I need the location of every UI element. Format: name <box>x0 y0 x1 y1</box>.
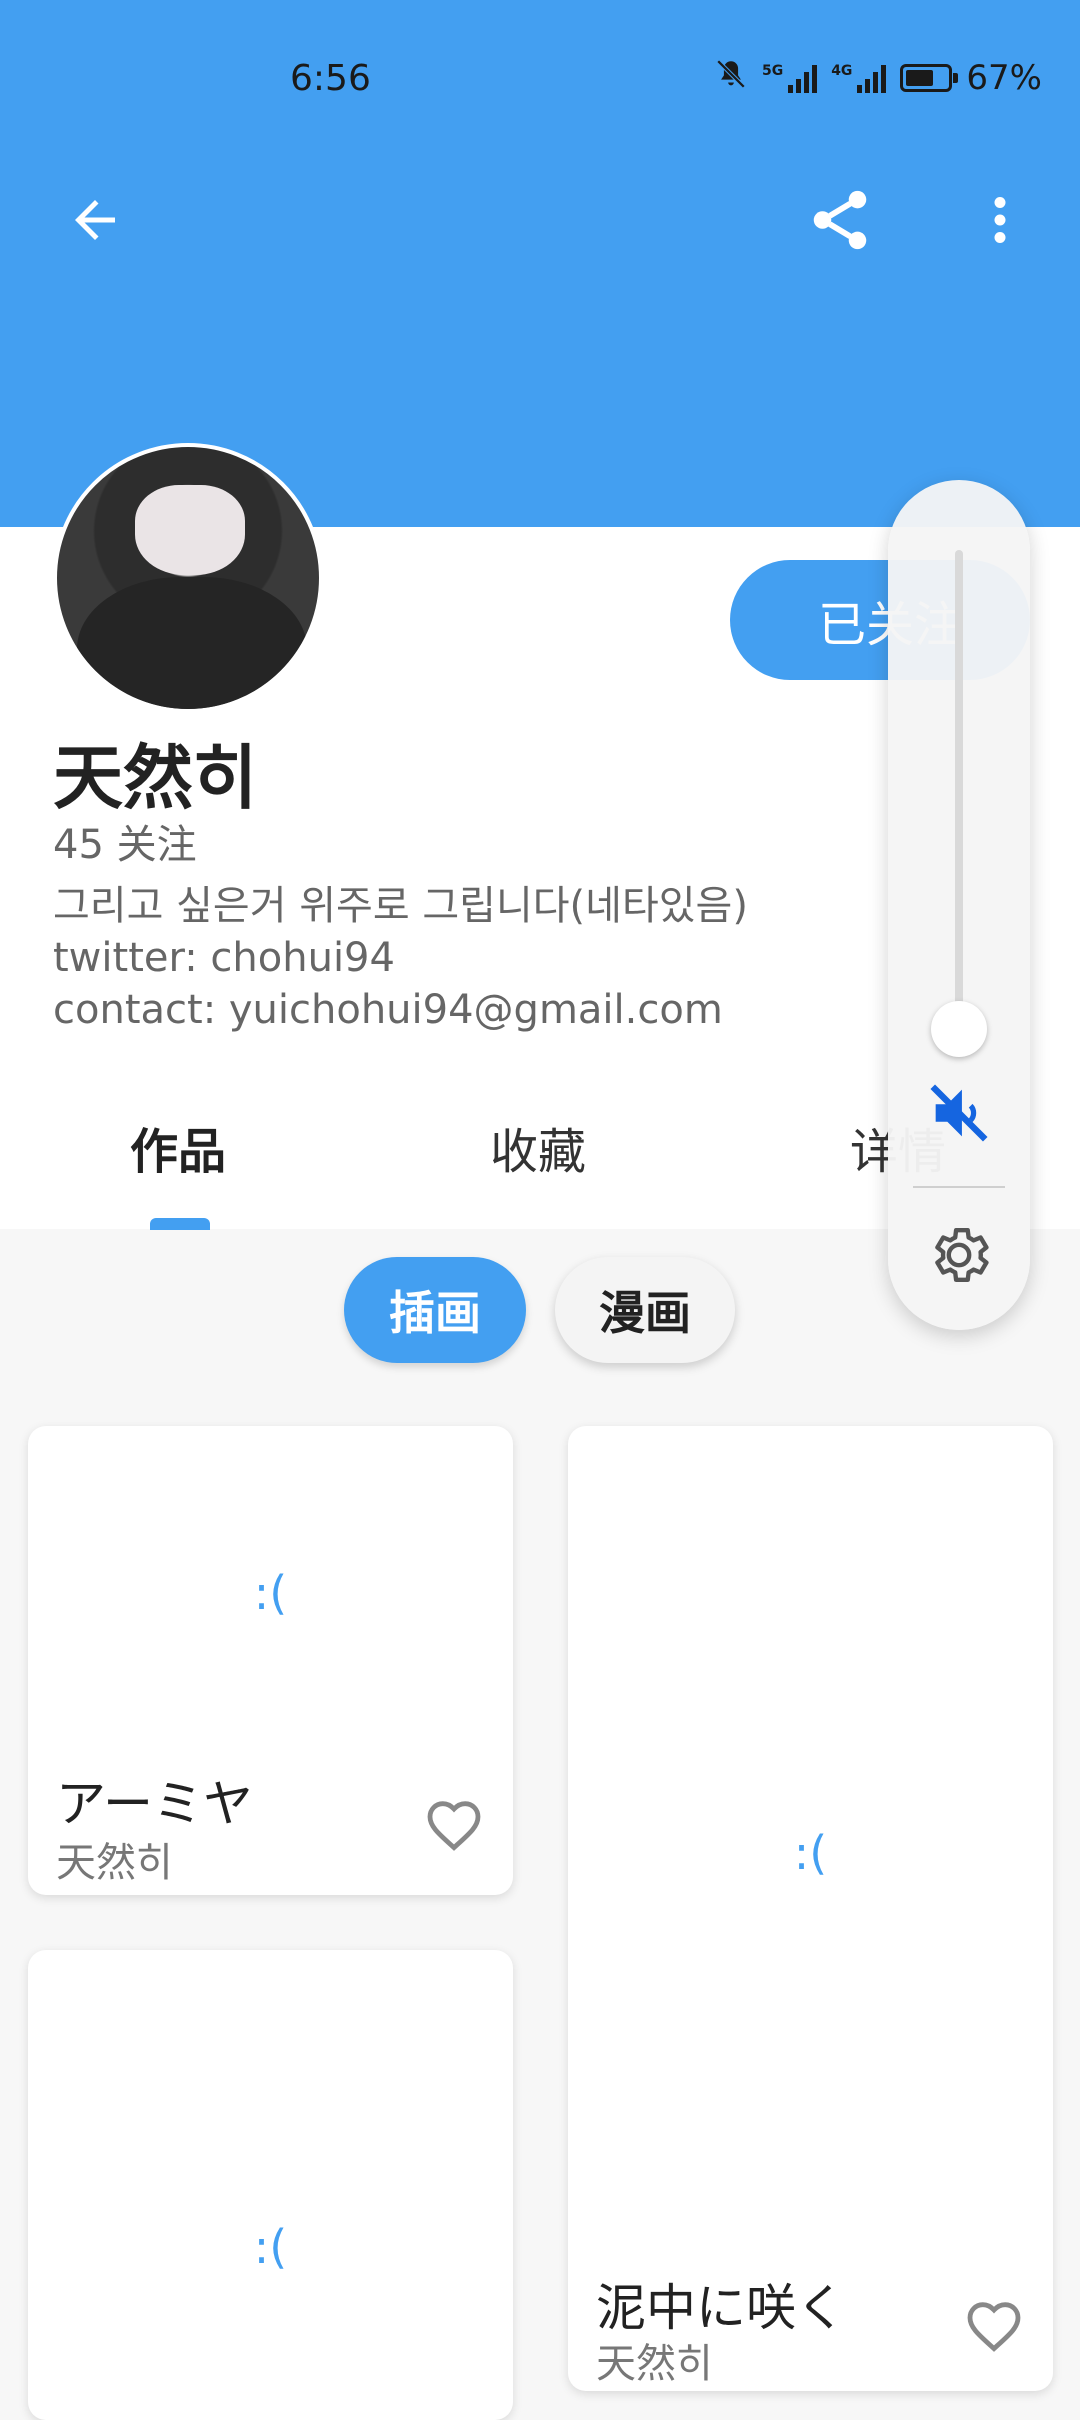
image-placeholder: :( <box>793 1826 828 1880</box>
work-title: アーミヤ <box>56 1775 253 1833</box>
volume-slider-thumb[interactable] <box>931 1001 987 1057</box>
tab-works[interactable]: 作品 <box>130 1112 226 1182</box>
back-arrow-icon <box>75 200 115 240</box>
work-author: 天然히 <box>56 1840 173 1886</box>
work-card[interactable]: :( <box>28 1950 513 2420</box>
follow-count[interactable]: 45 关注 <box>53 812 197 870</box>
work-card[interactable]: :( 泥中に咲く 天然히 <box>568 1426 1053 2391</box>
back-button[interactable] <box>55 180 135 260</box>
work-author: 天然히 <box>596 2341 713 2387</box>
more-options-button[interactable] <box>960 180 1040 260</box>
gear-icon <box>935 1228 989 1282</box>
divider <box>913 1186 1005 1188</box>
bio: 그리고 싶은거 위주로 그립니다(네타있음) twitter: chohui94… <box>53 880 748 1036</box>
volume-panel <box>888 480 1030 1330</box>
tab-bookmarks[interactable]: 收藏 <box>490 1112 586 1182</box>
battery-percent: 67% <box>966 58 1042 98</box>
battery-level-fill <box>906 70 934 86</box>
bio-line: twitter: chohui94 <box>53 935 395 981</box>
status-icons: 5G 4G 67% <box>714 56 1042 100</box>
work-card[interactable]: :( アーミヤ 天然히 <box>28 1426 513 1895</box>
chip-illustration[interactable]: 插画 <box>344 1257 526 1363</box>
chip-manga[interactable]: 漫画 <box>555 1257 735 1363</box>
heart-icon[interactable] <box>419 1793 489 1857</box>
share-button[interactable] <box>795 175 885 265</box>
signal-5g-icon: 5G <box>762 63 818 93</box>
status-time: 6:56 <box>290 58 371 99</box>
user-name: 天然히 <box>53 737 258 819</box>
speaker-muted-icon <box>930 1084 988 1142</box>
bio-line: 그리고 싶은거 위주로 그립니다(네타있음) <box>53 883 748 929</box>
avatar[interactable] <box>53 443 323 713</box>
heart-icon[interactable] <box>959 2294 1029 2358</box>
status-bar: 6:56 5G 4G 67% <box>0 0 1080 150</box>
image-placeholder: :( <box>253 1566 288 1620</box>
sound-settings-button[interactable] <box>924 1220 994 1290</box>
battery-icon <box>900 64 959 92</box>
bell-muted-icon <box>714 57 748 100</box>
mute-toggle-button[interactable] <box>924 1078 994 1148</box>
more-vert-icon <box>994 197 1006 243</box>
tab-indicator <box>150 1218 210 1230</box>
signal-4g-icon: 4G <box>831 63 887 93</box>
share-icon <box>813 190 867 250</box>
volume-slider-track[interactable] <box>955 550 963 1020</box>
work-title: 泥中に咲く <box>596 2279 846 2337</box>
bio-line: contact: yuichohui94@gmail.com <box>53 987 723 1033</box>
image-placeholder: :( <box>253 2220 288 2274</box>
